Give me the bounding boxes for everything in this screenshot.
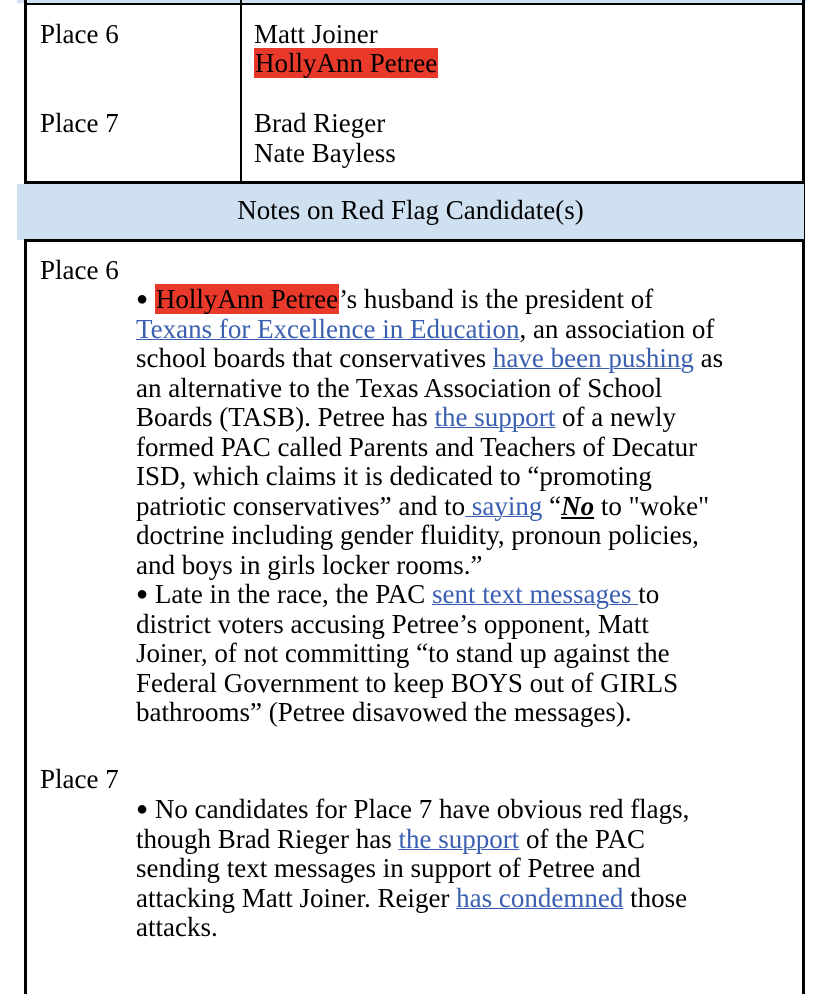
link-saying[interactable]: saying [465,491,543,521]
text: No candidates for Place 7 have obvious r… [148,794,690,824]
note-line: Joiner, of not committing “to stand up a… [136,638,670,668]
text: patriotic conservatives” and to [136,490,466,521]
note-line: formed PAC called Parents and Teachers o… [136,431,698,462]
candidate-name-flagged: HollyAnn Petree [254,48,439,78]
note-line: ● Late in the race, the PAC sent text me… [136,579,796,610]
link-the-support[interactable]: the support [435,402,556,432]
text: those [623,882,688,913]
bullet-icon: ● [136,798,149,820]
notes-place-6-label: Place 6 [40,255,119,285]
link-the-support-rieger[interactable]: the support [398,824,519,854]
text: , an association of [519,313,715,344]
note-line: sending text messages in support of Petr… [136,853,641,883]
note-line: attacks. [136,912,218,942]
note-line: district voters accusing Petree’s oppone… [136,608,649,639]
note-line: ISD, which claims it is dedicated to “pr… [136,461,652,491]
notes-place-6-body: ● HollyAnn Petree’s husband is the presi… [136,284,796,728]
bullet-icon: ● [136,583,149,605]
text: attacking Matt Joiner. Reiger [136,882,457,913]
text: to [638,579,660,609]
link-texans-for-excellence[interactable]: Texans for Excellence in Education [136,314,519,344]
note-line: Boards (TASB). Petree has the support of… [136,402,796,433]
text: of a newly [555,402,676,432]
text: to "woke" [594,490,710,521]
link-have-been-pushing[interactable]: have been pushing [493,343,694,373]
note-line: bathrooms” (Petree disavowed the message… [136,697,632,727]
emphasis-no: No [561,490,595,521]
notes-place-7-label: Place 7 [40,764,119,794]
note-line: Federal Government to keep BOYS out of G… [136,667,679,698]
place-6-label: Place 6 [40,19,119,49]
link-has-condemned[interactable]: has condemned [456,883,623,913]
note-line: Texans for Excellence in Education, an a… [136,313,796,345]
link-sent-text-messages[interactable]: sent text messages [432,579,638,609]
table-border-left [24,0,27,994]
note-line: school boards that conservatives have be… [136,343,796,374]
text: school boards that conservatives [136,343,493,373]
text: as [693,343,724,373]
table-border-right [802,0,805,994]
text: though Brad Rieger has [136,823,399,854]
candidate-name: Matt Joiner [254,19,378,49]
row-border-top [24,3,805,5]
note-line: and boys in girls locker rooms.” [136,549,483,580]
note-line: ● HollyAnn Petree’s husband is the presi… [136,284,796,315]
column-divider [240,0,242,183]
text: ’s husband is the president of [339,284,654,314]
red-flag-highlight: HollyAnn Petree [254,48,439,78]
note-line: patriotic conservatives” and to saying “… [136,490,796,522]
note-line: attacking Matt Joiner. Reiger has condem… [136,882,796,914]
place-7-label: Place 7 [40,108,119,138]
notes-title: Notes on Red Flag Candidate(s) [237,195,584,225]
row-border-notes [24,239,805,242]
candidate-name: Brad Rieger [254,108,386,138]
bullet-icon: ● [136,288,149,310]
note-line: an alternative to the Texas Association … [136,372,663,403]
text: “ [542,490,562,521]
text: Boards (TASB). Petree has [136,402,435,432]
candidate-name: Nate Bayless [254,138,396,168]
note-line: doctrine including gender fluidity, pron… [136,520,699,550]
red-flag-highlight: HollyAnn Petree [154,284,340,314]
note-line: ● No candidates for Place 7 have obvious… [136,794,796,825]
text: Late in the race, the PAC [148,579,433,609]
text: of the PAC [519,823,645,854]
note-line: though Brad Rieger has the support of th… [136,823,796,855]
notes-place-7-body: ● No candidates for Place 7 have obvious… [136,794,796,943]
